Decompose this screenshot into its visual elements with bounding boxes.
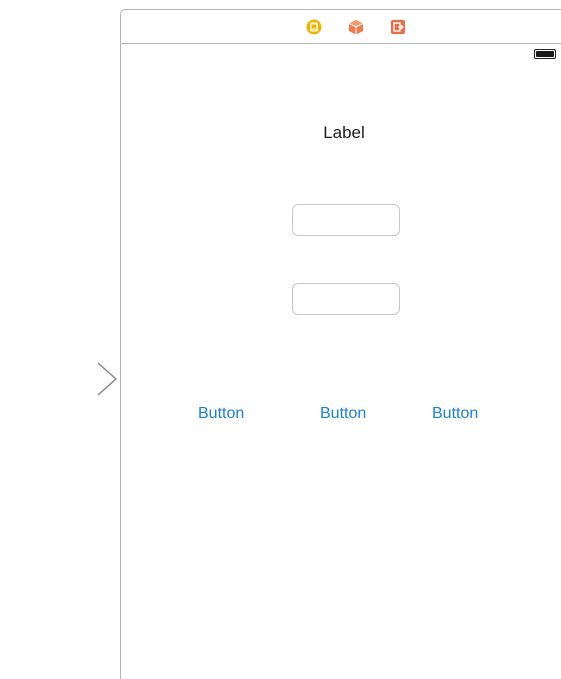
- view-controller-icon[interactable]: [306, 19, 322, 35]
- label[interactable]: Label: [271, 123, 417, 143]
- first-responder-icon[interactable]: [348, 19, 364, 35]
- view-controller-scene[interactable]: Label Button Button Button: [120, 9, 561, 679]
- button-2[interactable]: Button: [320, 405, 366, 423]
- entry-point-arrow-icon[interactable]: [0, 362, 122, 402]
- storyboard-canvas: Label Button Button Button: [0, 0, 561, 679]
- button-3[interactable]: Button: [432, 405, 478, 423]
- exit-icon[interactable]: [390, 19, 406, 35]
- battery-icon: [534, 49, 556, 59]
- scene-dock: [121, 10, 561, 44]
- button-1[interactable]: Button: [198, 405, 244, 423]
- text-field-2[interactable]: [292, 283, 400, 315]
- text-field-1[interactable]: [292, 204, 400, 236]
